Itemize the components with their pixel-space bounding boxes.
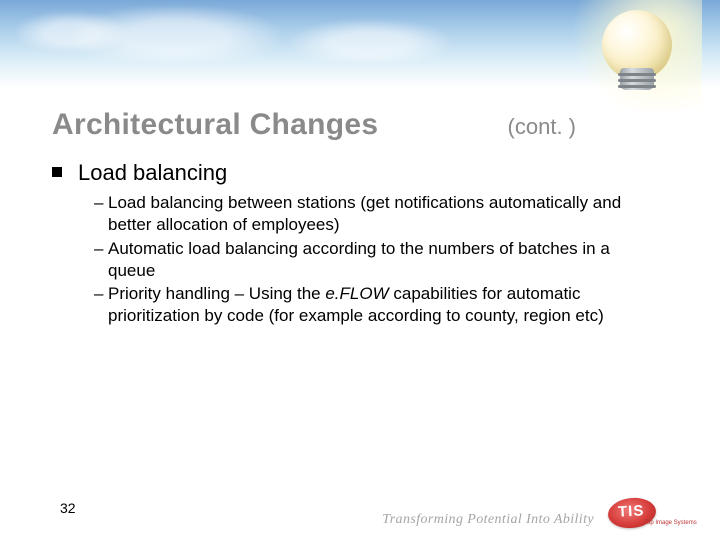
square-bullet-icon <box>52 167 62 177</box>
bullet-text: Load balancing <box>78 160 227 186</box>
tagline: Transforming Potential Into Ability <box>382 512 594 528</box>
dash-bullet-icon: – <box>94 238 108 282</box>
body-content: Load balancing – Load balancing between … <box>52 160 674 329</box>
dash-bullet-icon: – <box>94 283 108 327</box>
bullet-level2: – Priority handling – Using the e.FLOW c… <box>94 283 674 327</box>
continuation-label: (cont. ) <box>508 114 576 140</box>
title-row: Architectural Changes (cont. ) <box>52 108 668 142</box>
sub-bullet-text: Automatic load balancing according to th… <box>108 238 648 282</box>
sub-bullet-text: Load balancing between stations (get not… <box>108 192 648 236</box>
sub-bullet-text: Priority handling – Using the e.FLOW cap… <box>108 283 648 327</box>
bullet-level2: – Load balancing between stations (get n… <box>94 192 674 236</box>
logo-text: TIS <box>618 502 645 520</box>
text-run: Priority handling – Using the <box>108 284 325 303</box>
sub-bullet-list: – Load balancing between stations (get n… <box>94 192 674 327</box>
dash-bullet-icon: – <box>94 192 108 236</box>
bullet-level1: Load balancing <box>52 160 674 186</box>
product-name: e.FLOW <box>325 284 388 303</box>
logo-subtext: Top Image Systems <box>644 520 697 526</box>
lightbulb-icon <box>602 10 672 110</box>
cloud-decoration <box>16 12 126 50</box>
slide: Architectural Changes (cont. ) Load bala… <box>0 0 720 540</box>
slide-title: Architectural Changes <box>52 108 378 142</box>
page-number: 32 <box>60 500 76 516</box>
bullet-level2: – Automatic load balancing according to … <box>94 238 674 282</box>
footer: 32 Transforming Potential Into Ability T… <box>0 494 720 540</box>
cloud-decoration <box>290 20 450 62</box>
company-logo: TIS Top Image Systems <box>608 498 702 532</box>
